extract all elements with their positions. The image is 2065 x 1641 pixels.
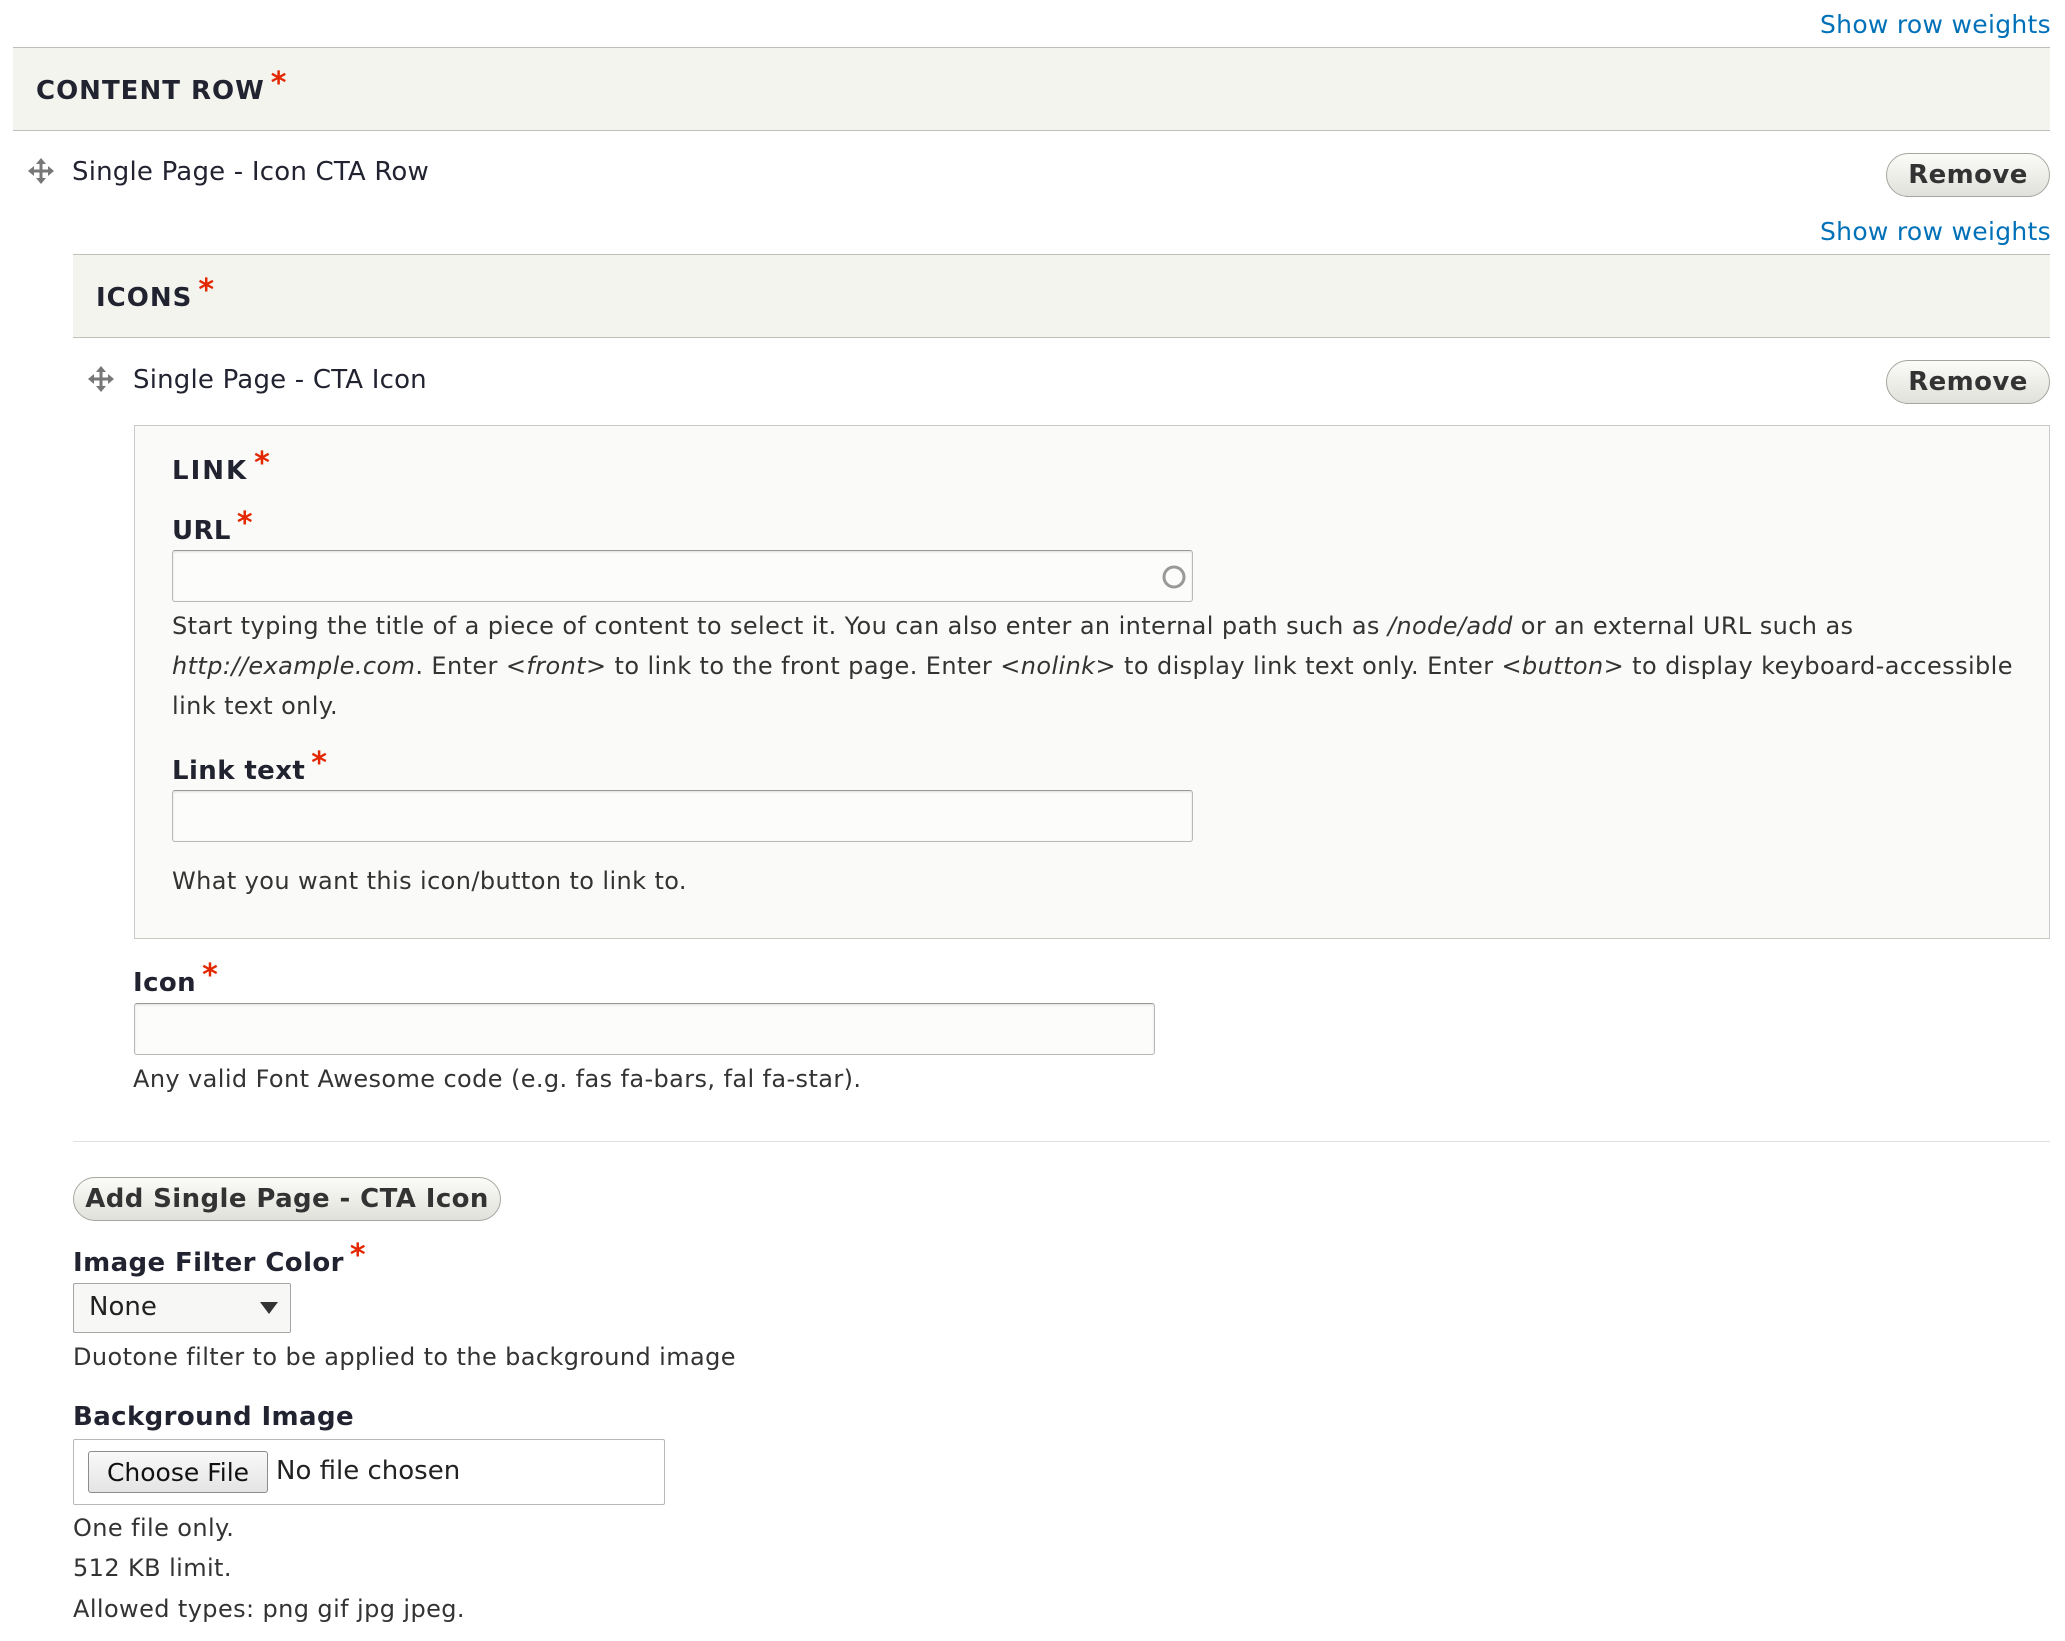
link-text-description: What you want this icon/button to link t…	[172, 867, 687, 895]
link-text-label: Link text *	[172, 746, 328, 786]
autocomplete-throbber-icon	[1162, 565, 1186, 589]
icons-item-label: Single Page - CTA Icon	[133, 365, 427, 395]
add-cta-icon-button[interactable]: Add Single Page - CTA Icon	[73, 1177, 501, 1221]
paragraphs-form: Show row weights CONTENT ROW * Single Pag…	[0, 0, 2065, 1641]
remove-icon-button[interactable]: Remove	[1886, 360, 2050, 404]
required-marker: *	[236, 506, 253, 541]
image-filter-label: Image Filter Color *	[73, 1238, 366, 1278]
content-row-item-label: Single Page - Icon CTA Row	[72, 157, 429, 187]
drag-handle-icon[interactable]	[88, 366, 114, 392]
remove-content-row-button[interactable]: Remove	[1886, 153, 2050, 197]
link-fieldset: LINK * URL * Start typing the title of a p…	[134, 425, 2050, 939]
icon-input[interactable]	[134, 1003, 1155, 1055]
required-marker: *	[349, 1238, 366, 1273]
required-marker: *	[254, 446, 272, 481]
image-filter-description: Duotone filter to be applied to the back…	[73, 1343, 736, 1371]
file-help-size-limit: 512 KB limit.	[73, 1554, 232, 1582]
file-help-one-file: One file only.	[73, 1514, 235, 1542]
url-label: URL *	[172, 506, 253, 546]
divider	[73, 1141, 2050, 1142]
content-row-title: CONTENT ROW *	[36, 66, 288, 106]
file-help-allowed-types: Allowed types: png gif jpg jpeg.	[73, 1595, 465, 1623]
content-row-header: CONTENT ROW *	[13, 47, 2050, 131]
link-text-input[interactable]	[172, 790, 1193, 842]
url-input[interactable]	[172, 550, 1193, 602]
show-row-weights-link-icons[interactable]: Show row weights	[1820, 217, 2051, 246]
image-filter-select[interactable]: None	[73, 1283, 291, 1333]
icon-field-description: Any valid Font Awesome code (e.g. fas fa…	[133, 1065, 862, 1093]
drag-handle-icon[interactable]	[28, 158, 54, 184]
choose-file-button[interactable]: Choose File	[88, 1451, 268, 1493]
file-upload-widget: Choose File No file chosen	[73, 1439, 665, 1505]
show-row-weights-link[interactable]: Show row weights	[1820, 10, 2051, 39]
no-file-chosen-text: No file chosen	[276, 1456, 461, 1486]
icon-field-label: Icon *	[133, 958, 219, 998]
url-description: Start typing the title of a piece of con…	[172, 612, 2013, 720]
image-filter-selected: None	[89, 1292, 157, 1322]
required-marker: *	[202, 958, 219, 993]
background-image-label: Background Image	[73, 1402, 354, 1432]
required-marker: *	[311, 746, 328, 781]
icons-header: ICONS *	[73, 254, 2050, 338]
chevron-down-icon	[260, 1302, 278, 1314]
icons-title: ICONS *	[96, 273, 216, 313]
required-marker: *	[270, 66, 288, 101]
required-marker: *	[198, 273, 216, 308]
link-legend: LINK *	[172, 446, 272, 486]
